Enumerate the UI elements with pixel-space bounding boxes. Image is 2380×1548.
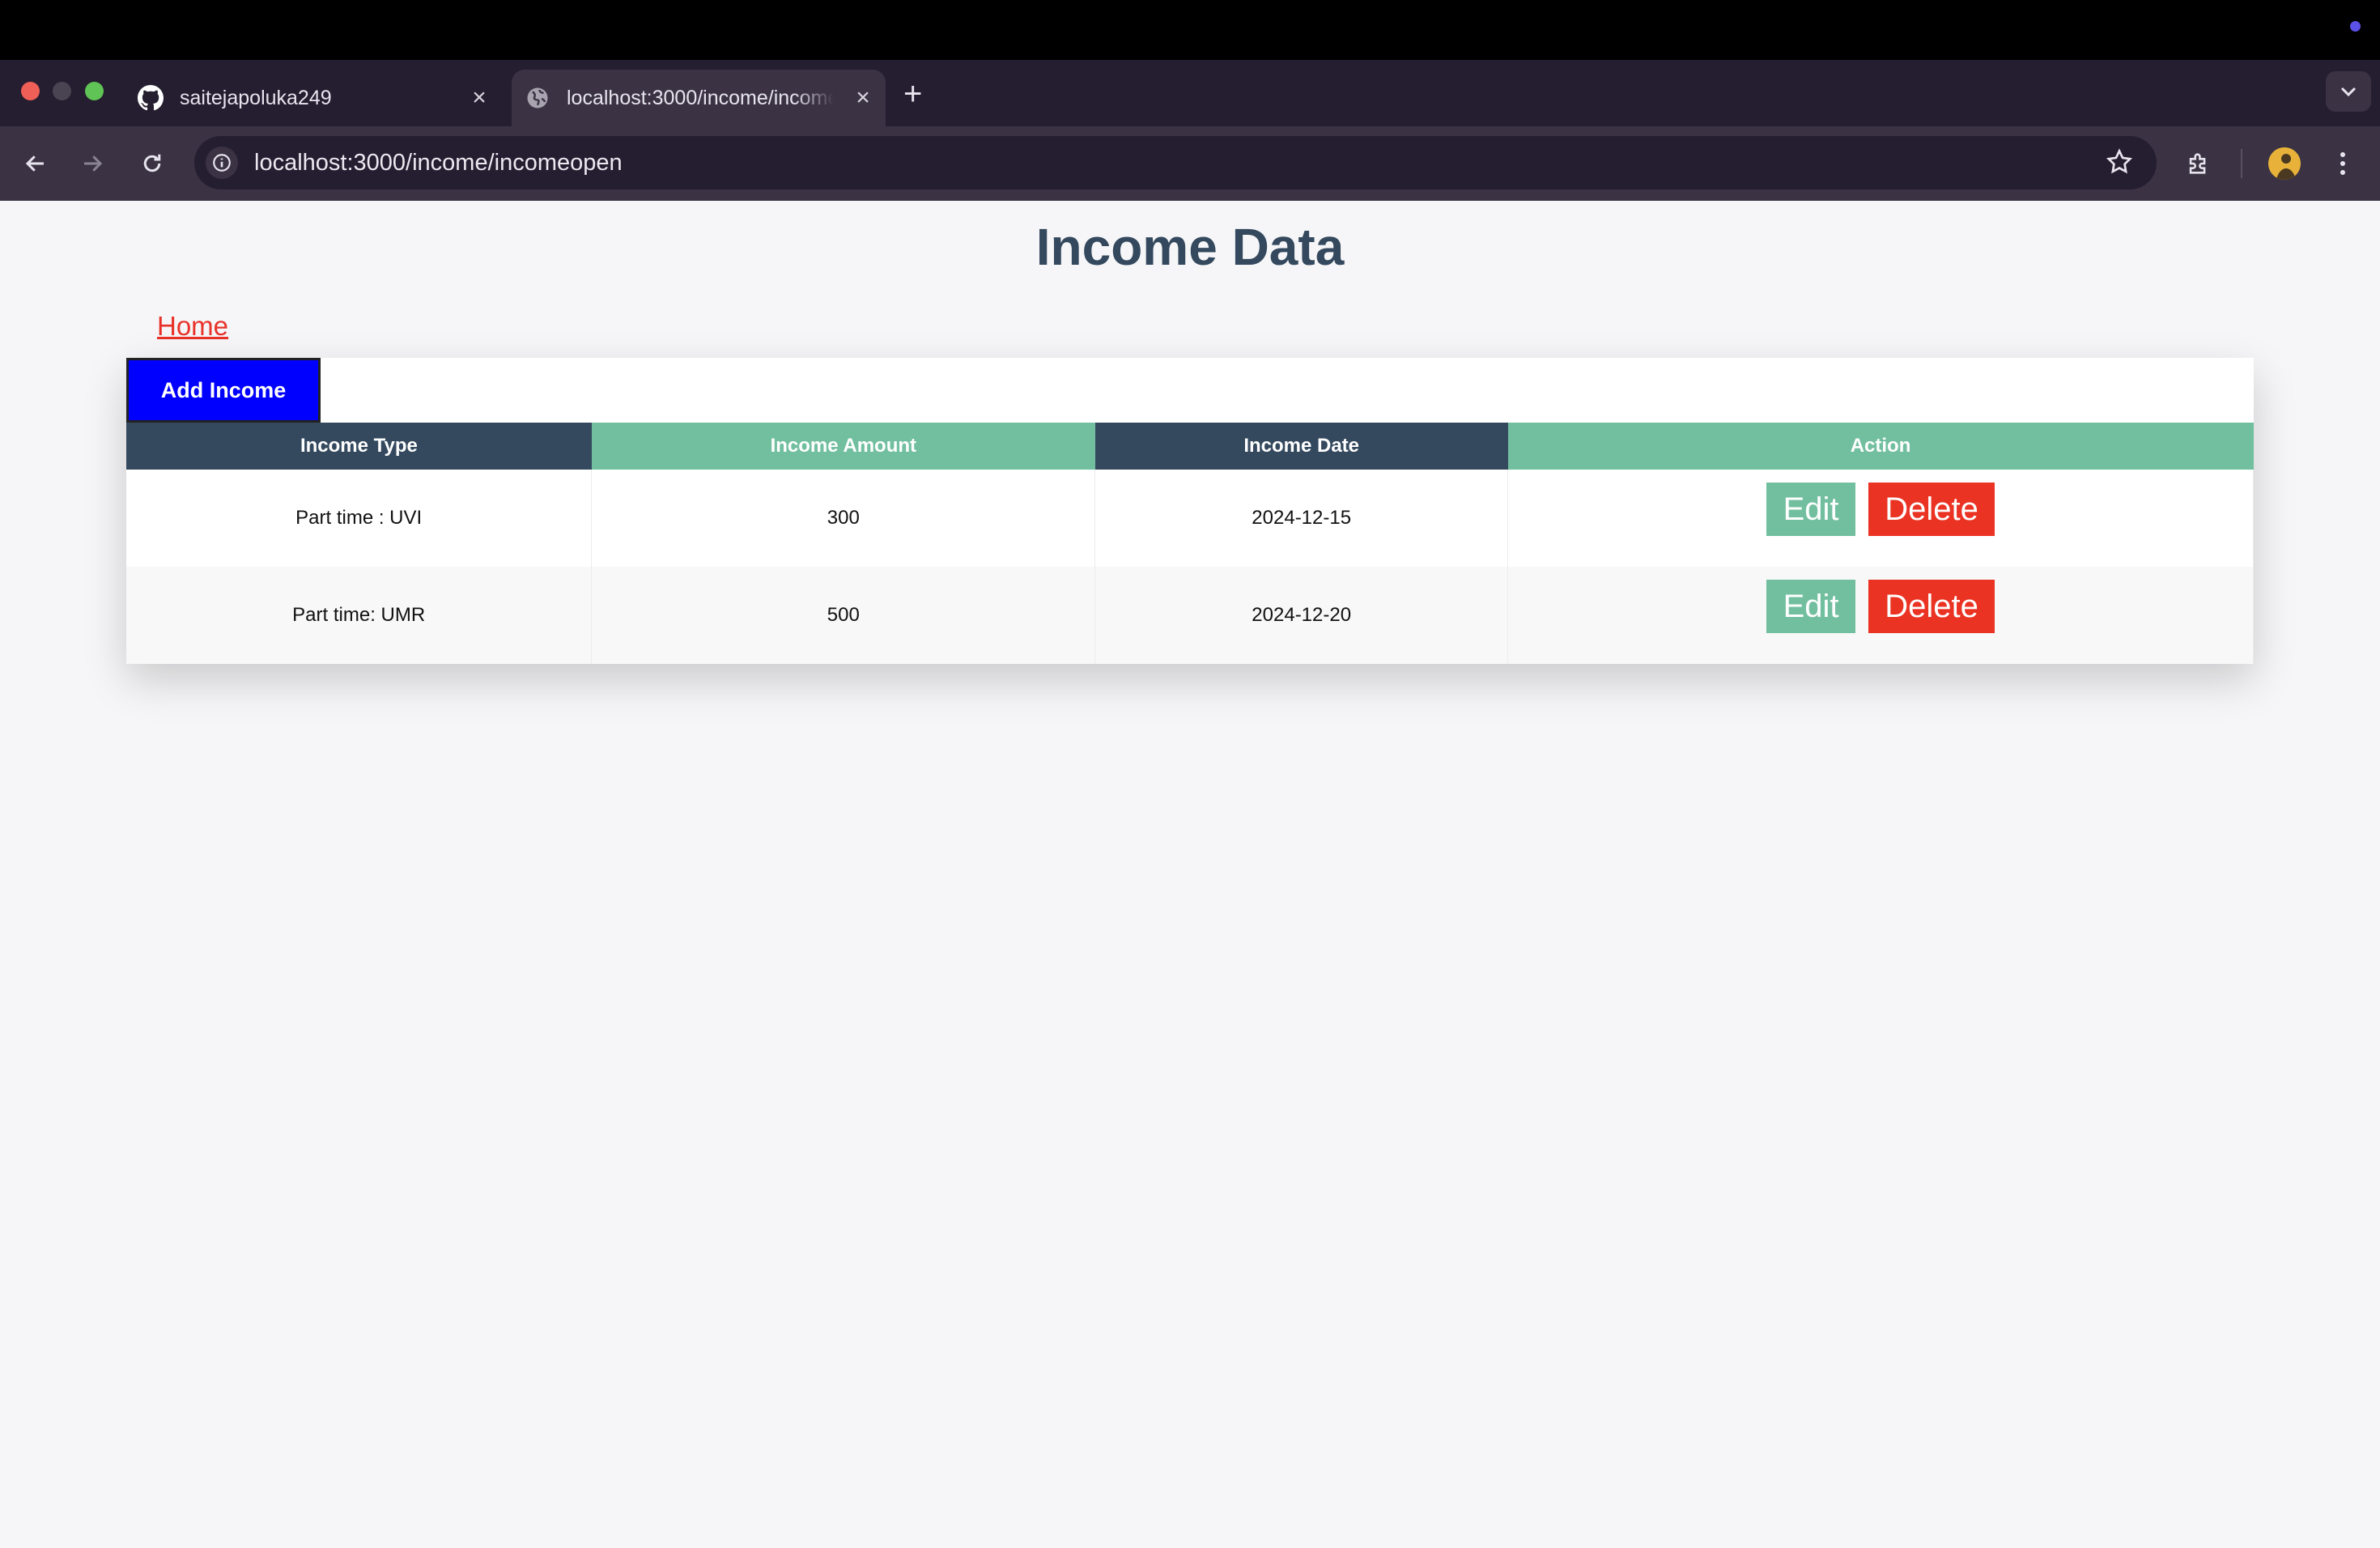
window-close-button[interactable] <box>21 82 40 100</box>
edit-button[interactable]: Edit <box>1766 580 1856 633</box>
puzzle-icon <box>2189 153 2206 174</box>
add-income-button[interactable]: Add Income <box>126 358 321 423</box>
cell-income-amount: 500 <box>591 567 1096 664</box>
reload-icon <box>143 154 161 172</box>
back-button[interactable] <box>18 146 53 181</box>
arrow-right-icon <box>84 155 103 172</box>
tab-title: localhost:3000/income/incomeopen <box>567 86 834 109</box>
income-table: Income Type Income Amount Income Date Ac… <box>126 423 2254 664</box>
home-link[interactable]: Home <box>157 311 228 342</box>
income-table-card: Add Income Income Type Income Amount Inc… <box>126 358 2254 664</box>
page-content: Income Data Home Add Income Income Type … <box>0 201 2380 1548</box>
cell-income-amount: 300 <box>591 470 1096 567</box>
header-action: Action <box>1507 423 2254 470</box>
arrow-left-icon <box>25 155 44 172</box>
page-title: Income Data <box>1035 218 1345 276</box>
header-income-type: Income Type <box>126 423 592 470</box>
delete-button[interactable]: Delete <box>1868 483 1995 536</box>
bookmark-star-icon[interactable] <box>2105 147 2134 181</box>
table-header-row: Income Type Income Amount Income Date Ac… <box>126 423 2254 470</box>
status-dot <box>2350 21 2361 32</box>
forward-button[interactable] <box>74 146 110 181</box>
tab-close-icon[interactable]: × <box>848 83 878 113</box>
cell-action: Edit Delete <box>1507 567 2254 664</box>
new-tab-button[interactable]: + <box>903 78 922 110</box>
globe-icon <box>525 85 550 111</box>
cell-action: Edit Delete <box>1507 470 2254 567</box>
tab-close-icon[interactable]: × <box>465 83 494 113</box>
reload-button[interactable] <box>134 146 170 181</box>
cell-income-date: 2024-12-20 <box>1094 567 1509 664</box>
github-icon <box>138 85 164 111</box>
tab-localhost[interactable]: localhost:3000/income/incomeopen × <box>512 70 886 126</box>
table-row: Part time : UVI 300 2024-12-15 Edit Dele… <box>126 470 2254 567</box>
browser-toolbar: localhost:3000/income/incomeopen <box>0 126 2380 201</box>
tab-title: saitejapoluka249 <box>180 86 332 109</box>
chevron-down-icon <box>2340 87 2357 97</box>
header-income-date: Income Date <box>1094 423 1508 470</box>
tab-search-button[interactable] <box>2326 71 2371 112</box>
site-info-icon[interactable] <box>206 147 238 179</box>
window-minimize-button[interactable] <box>53 82 71 100</box>
window-zoom-button[interactable] <box>85 82 104 100</box>
cell-income-type: Part time : UVI <box>126 470 593 567</box>
delete-button[interactable]: Delete <box>1868 580 1995 633</box>
browser-menu-button[interactable] <box>2325 146 2361 181</box>
extensions-button[interactable] <box>2181 146 2216 181</box>
header-income-amount: Income Amount <box>591 423 1095 470</box>
cell-income-type: Part time: UMR <box>126 567 593 664</box>
address-bar[interactable]: localhost:3000/income/incomeopen <box>194 136 2157 189</box>
kebab-menu-icon <box>2340 152 2345 175</box>
profile-avatar[interactable] <box>2268 147 2301 180</box>
tab-github[interactable]: saitejapoluka249 × <box>130 70 502 126</box>
url-text[interactable]: localhost:3000/income/incomeopen <box>254 150 623 176</box>
toolbar-divider <box>2241 149 2242 178</box>
cell-income-date: 2024-12-15 <box>1094 470 1509 567</box>
os-menu-bar <box>0 0 2380 60</box>
table-row: Part time: UMR 500 2024-12-20 Edit Delet… <box>126 567 2254 664</box>
edit-button[interactable]: Edit <box>1766 483 1856 536</box>
tab-strip: saitejapoluka249 × localhost:3000/income… <box>0 60 2380 126</box>
